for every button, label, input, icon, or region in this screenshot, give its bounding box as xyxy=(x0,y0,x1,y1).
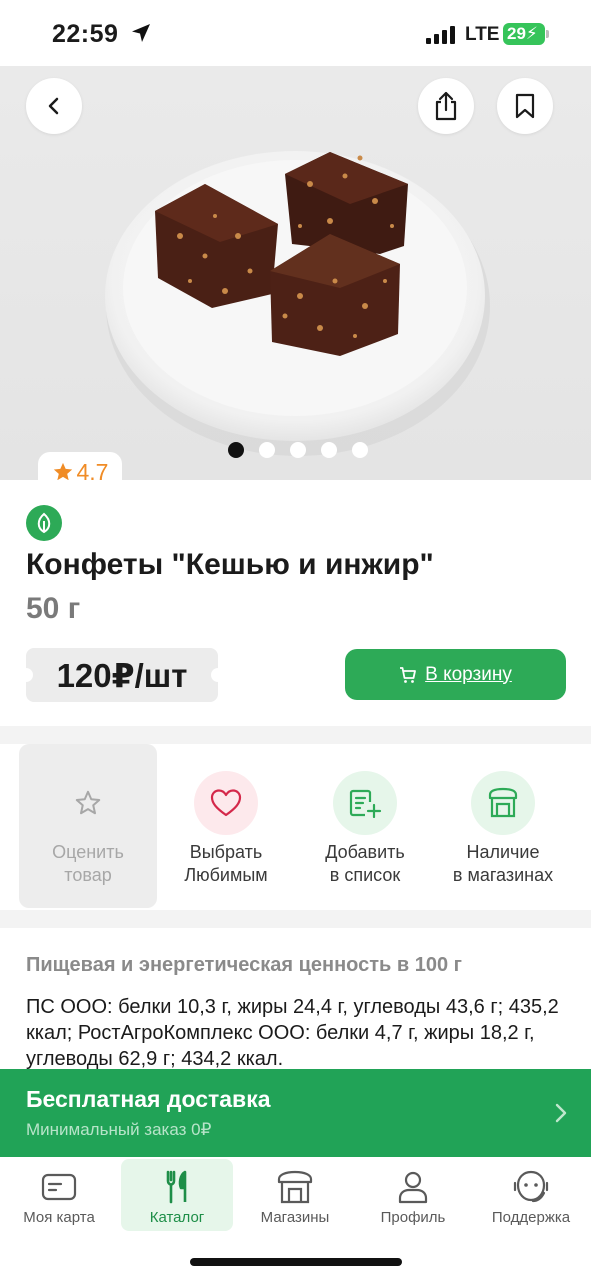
home-indicator[interactable] xyxy=(190,1258,402,1266)
bookmark-icon xyxy=(515,93,535,119)
battery-tip xyxy=(546,30,549,38)
leaf-icon xyxy=(26,505,62,541)
share-icon xyxy=(435,91,457,121)
product-info: Конфеты "Кешью и инжир" 50 г 120₽/шт В к… xyxy=(0,480,591,726)
rate-product-label: Оценить товар xyxy=(52,842,124,885)
tab-catalog[interactable]: Каталог xyxy=(121,1159,233,1231)
free-delivery-banner[interactable]: Бесплатная доставка Минимальный заказ 0₽ xyxy=(0,1069,591,1157)
tab-my-card-label: Моя карта xyxy=(23,1209,95,1226)
heart-icon xyxy=(194,771,258,835)
tab-shops-label: Магазины xyxy=(260,1209,330,1226)
store-availability-button[interactable]: Наличие в магазинах xyxy=(434,744,572,908)
battery-level: 29 xyxy=(507,24,526,43)
store-icon xyxy=(471,771,535,835)
pagination-dot[interactable] xyxy=(289,442,306,458)
product-title: Конфеты "Кешью и инжир" xyxy=(26,548,434,581)
nutrition-section: Пищевая и энергетическая ценность в 100 … xyxy=(0,928,591,1078)
chevron-left-icon xyxy=(48,97,59,115)
tab-my-card[interactable]: Моя карта xyxy=(3,1159,115,1231)
bookmark-button[interactable] xyxy=(497,78,553,134)
support-icon xyxy=(513,1170,549,1203)
user-icon xyxy=(398,1171,428,1204)
add-to-cart-label: В корзину xyxy=(425,663,512,685)
battery-icon: 29⚡ xyxy=(503,23,545,45)
add-list-icon xyxy=(333,771,397,835)
share-button[interactable] xyxy=(418,78,474,134)
favorite-button[interactable]: Выбрать Любимым xyxy=(157,744,295,908)
shop-icon xyxy=(277,1170,313,1204)
tab-profile-label: Профиль xyxy=(380,1209,446,1226)
location-arrow-icon xyxy=(132,24,150,42)
rate-product-button[interactable]: Оценить товар xyxy=(19,744,157,908)
product-gallery[interactable] xyxy=(0,66,591,480)
product-weight: 50 г xyxy=(26,592,81,625)
status-time: 22:59 xyxy=(52,20,119,48)
card-icon xyxy=(41,1173,77,1201)
pagination-dot[interactable] xyxy=(351,442,368,458)
cart-icon xyxy=(400,666,417,683)
price-value: 120₽/шт xyxy=(56,656,188,694)
pagination-dot-active[interactable] xyxy=(227,442,244,458)
add-to-list-button[interactable]: Добавить в список xyxy=(296,744,434,908)
tab-shops[interactable]: Магазины xyxy=(239,1159,351,1231)
signal-icon xyxy=(426,26,455,44)
product-actions: Оценить товар Выбрать Любимым Добавить в… xyxy=(0,744,591,910)
delivery-subtitle: Минимальный заказ 0₽ xyxy=(26,1120,211,1140)
add-to-cart-button[interactable]: В корзину xyxy=(345,649,566,700)
store-availability-label: Наличие в магазинах xyxy=(452,842,554,885)
product-photo xyxy=(105,151,490,456)
tab-catalog-label: Каталог xyxy=(149,1209,205,1226)
pagination-dot[interactable] xyxy=(320,442,337,458)
price-tag: 120₽/шт xyxy=(19,648,225,702)
add-to-list-label: Добавить в список xyxy=(325,842,405,885)
network-label: LTE xyxy=(465,24,500,45)
pagination-dot[interactable] xyxy=(258,442,275,458)
min-order-value: 0₽ xyxy=(191,1120,212,1139)
divider xyxy=(0,726,591,744)
tab-profile[interactable]: Профиль xyxy=(357,1159,469,1231)
tab-support-label: Поддержка xyxy=(491,1209,571,1226)
nutrition-title: Пищевая и энергетическая ценность в 100 … xyxy=(26,954,463,976)
status-bar: 22:59 LTE 29⚡ xyxy=(0,0,591,66)
star-icon xyxy=(56,771,120,835)
nutrition-text: ПС ООО: белки 10,3 г, жиры 24,4 г, углев… xyxy=(26,996,559,1070)
delivery-title: Бесплатная доставка xyxy=(26,1086,271,1112)
min-order-label: Минимальный заказ xyxy=(26,1120,187,1139)
chevron-right-icon xyxy=(555,1103,567,1123)
divider xyxy=(0,910,591,928)
tab-support[interactable]: Поддержка xyxy=(475,1159,587,1231)
back-button[interactable] xyxy=(26,78,82,134)
favorite-label: Выбрать Любимым xyxy=(184,842,268,885)
fork-knife-icon xyxy=(166,1170,187,1204)
